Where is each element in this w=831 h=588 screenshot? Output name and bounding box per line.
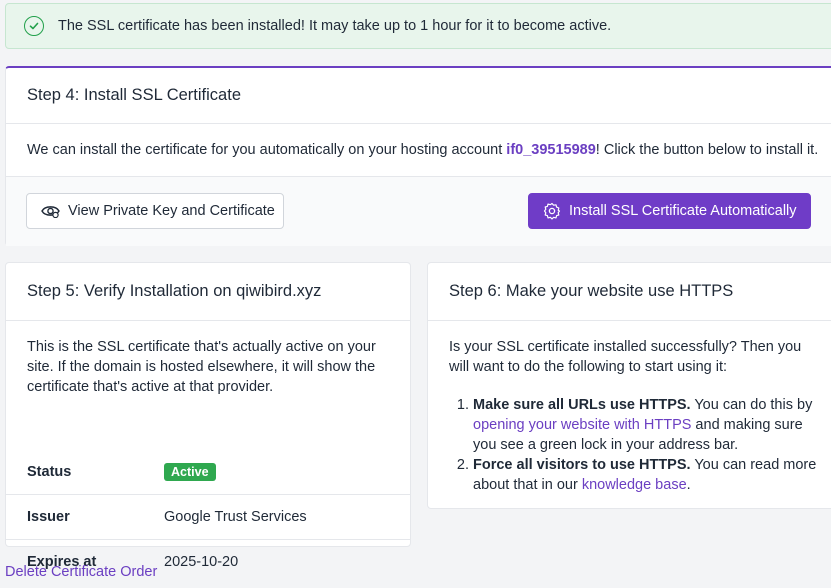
success-alert: The SSL certificate has been installed! … <box>5 3 831 49</box>
step4-text: We can install the certificate for you a… <box>27 142 818 158</box>
check-circle-icon <box>24 16 44 36</box>
hosting-account: if0_39515989 <box>506 142 596 158</box>
expires-value: 2025-10-20 <box>164 554 239 570</box>
eye-icon <box>41 206 60 218</box>
row-label: Status <box>27 463 72 480</box>
step4-text-before: We can install the certificate for you a… <box>27 142 507 158</box>
item1-bold: Make sure all URLs use HTTPS. <box>473 397 691 413</box>
item1-text: You can do this by <box>690 397 813 413</box>
list-item: Make sure all URLs use HTTPS. You can do… <box>473 395 825 455</box>
step6-card: Step 6: Make your website use HTTPS Is y… <box>427 262 831 509</box>
step4-body: We can install the certificate for you a… <box>6 124 831 177</box>
gear-icon <box>543 202 561 220</box>
view-key-button[interactable]: View Private Key and Certificate <box>26 193 284 229</box>
step6-list: Make sure all URLs use HTTPS. You can do… <box>449 395 825 495</box>
delete-certificate-link[interactable]: Delete Certificate Order <box>5 564 157 580</box>
open-https-link[interactable]: opening your website with HTTPS <box>473 417 691 433</box>
row-label: Issuer <box>27 509 70 525</box>
step5-intro: This is the SSL certificate that's actua… <box>27 339 376 395</box>
step4-header: Step 4: Install SSL Certificate <box>6 68 831 124</box>
step6-title: Step 6: Make your website use HTTPS <box>449 282 734 300</box>
list-item: Force all visitors to use HTTPS. You can… <box>473 455 825 495</box>
step5-title: Step 5: Verify Installation on qiwibird.… <box>27 282 322 300</box>
knowledge-base-link[interactable]: knowledge base <box>582 477 687 493</box>
step6-intro: Is your SSL certificate installed succes… <box>449 339 802 375</box>
step4-footer: View Private Key and Certificate Install… <box>6 177 831 246</box>
view-key-label: View Private Key and Certificate <box>68 203 275 219</box>
step4-text-after: ! Click the button below to install it. <box>595 142 819 158</box>
table-row: Status Active <box>6 449 410 494</box>
step5-card: Step 5: Verify Installation on qiwibird.… <box>5 262 411 570</box>
install-ssl-label: Install SSL Certificate Automatically <box>569 203 797 219</box>
step5-header: Step 5: Verify Installation on qiwibird.… <box>6 263 410 321</box>
step4-title: Step 4: Install SSL Certificate <box>27 86 241 104</box>
issuer-value: Google Trust Services <box>164 509 307 525</box>
alert-message: The SSL certificate has been installed! … <box>58 18 612 34</box>
step6-header: Step 6: Make your website use HTTPS <box>428 263 831 321</box>
item2-bold: Force all visitors to use HTTPS. <box>473 457 691 473</box>
install-ssl-button[interactable]: Install SSL Certificate Automatically <box>528 193 811 229</box>
step4-card: Step 4: Install SSL Certificate We can i… <box>5 66 831 246</box>
item2-after: . <box>686 477 691 493</box>
table-row: Issuer Google Trust Services <box>6 494 410 539</box>
step6-body: Is your SSL certificate installed succes… <box>428 321 831 495</box>
status-badge: Active <box>164 462 216 481</box>
